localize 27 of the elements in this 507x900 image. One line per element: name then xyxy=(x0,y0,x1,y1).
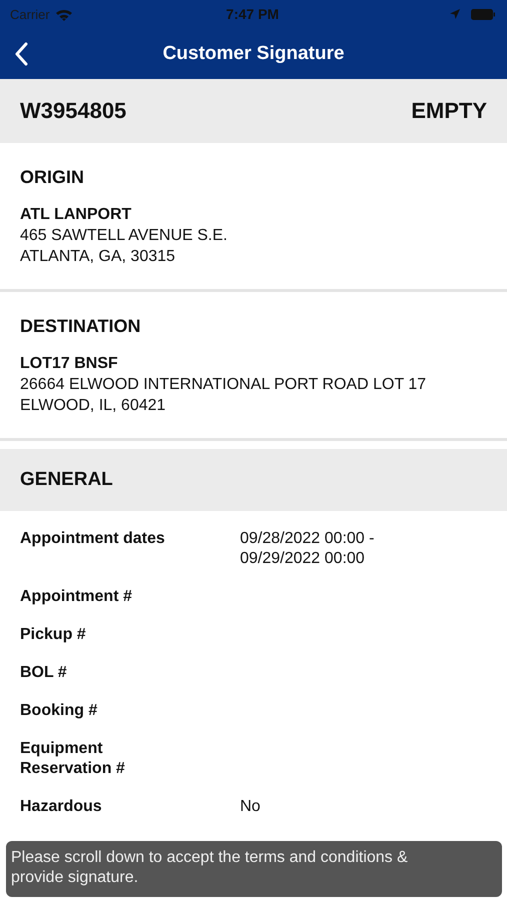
field-label: Booking # xyxy=(20,701,98,721)
toast-message: Please scroll down to accept the terms and conditions & provide signature. xyxy=(6,841,502,897)
screen-title: Customer Signature xyxy=(162,42,344,64)
location-name: LOT17 BNSF xyxy=(20,354,119,374)
wifi-icon xyxy=(54,8,73,20)
address-line: ATLANTA, GA, 30315 xyxy=(20,247,176,267)
location-name: ATL LANPORT xyxy=(20,205,132,225)
field-label: Appointment # xyxy=(20,587,133,607)
location-icon xyxy=(449,8,461,20)
container-id: W3954805 xyxy=(20,98,126,124)
section-title: DESTINATION xyxy=(20,316,142,337)
field-value: No xyxy=(240,797,262,817)
carrier-label: Carrier xyxy=(10,6,50,22)
section-title: GENERAL xyxy=(20,469,113,491)
field-label: Equipment Reservation # xyxy=(20,739,126,779)
address-line: 26664 ELWOOD INTERNATIONAL PORT ROAD LOT 17 xyxy=(20,375,428,395)
section-title: ORIGIN xyxy=(20,167,86,188)
address-line: ELWOOD, IL, 60421 xyxy=(20,396,167,416)
field-label: Appointment dates xyxy=(20,529,166,549)
field-label: Hazardous xyxy=(20,797,103,817)
field-label: BOL # xyxy=(20,663,68,683)
container-status: EMPTY xyxy=(411,98,487,124)
status-time: 7:47 PM xyxy=(226,6,279,22)
field-value: 09/28/2022 00:00 - 09/29/2022 00:00 xyxy=(240,529,376,569)
address-line: 465 SAWTELL AVENUE S.E. xyxy=(20,226,228,246)
field-label: Pickup # xyxy=(20,625,87,645)
battery-icon xyxy=(471,8,495,20)
